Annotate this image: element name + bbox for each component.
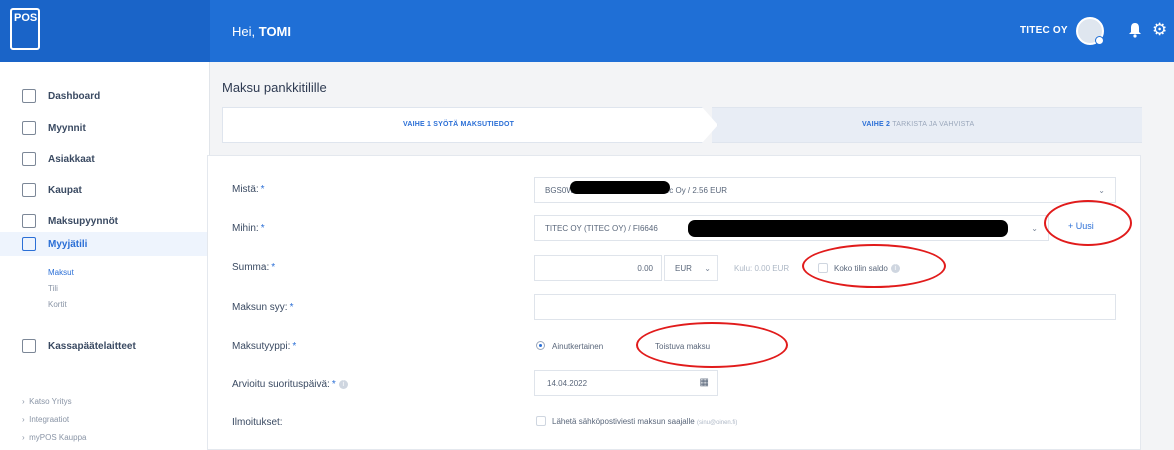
- annotation-circle: [802, 244, 946, 288]
- sidebar-item-label: Dashboard: [48, 90, 101, 102]
- mista-label-text: Mistä:: [232, 184, 259, 195]
- user-name: TOMI: [258, 24, 291, 39]
- date-value: 14.04.2022: [547, 379, 588, 388]
- step-1: VAIHE 1 SYÖTÄ MAKSUTIEDOT: [222, 107, 718, 143]
- sidebar-item-label: Asiakkaat: [48, 153, 95, 165]
- chevron-down-icon: ⌄: [704, 264, 711, 273]
- annotation-circle: [636, 322, 788, 368]
- step-1-number: VAIHE 1: [403, 121, 432, 128]
- email-notify-text: Lähetä sähköpostiviesti maksun saajalle: [552, 417, 695, 426]
- customers-icon: [22, 152, 36, 166]
- syy-label-text: Maksun syy:: [232, 302, 288, 313]
- step-2-number: VAIHE 2: [862, 121, 891, 128]
- account-icon: [22, 237, 36, 251]
- info-icon[interactable]: i: [338, 379, 348, 389]
- sidebar-link-katso-yritys[interactable]: › Katso Yritys: [22, 397, 72, 406]
- syy-label: Maksun syy: *: [232, 302, 294, 313]
- sidebar-item-label: Kassapäätelaitteet: [48, 340, 136, 352]
- email-notify-label: Lähetä sähköpostiviesti maksun saajalle …: [552, 417, 737, 426]
- dashboard-icon: [22, 89, 36, 103]
- mihin-label: Mihin: *: [232, 223, 265, 234]
- step-2-label: VAIHE 2 TARKISTA JA VAHVISTA: [862, 121, 974, 128]
- currency-select[interactable]: EUR ⌄: [664, 255, 718, 281]
- link-label: myPOS Kauppa: [29, 433, 87, 442]
- gear-icon[interactable]: ⚙: [1152, 20, 1167, 40]
- amount-input[interactable]: 0.00: [534, 255, 662, 281]
- sidebar-item-myynnit[interactable]: Myynnit: [22, 118, 86, 138]
- terminal-icon: [22, 339, 36, 353]
- tyyppi-label-text: Maksutyyppi:: [232, 341, 291, 352]
- sidebar-item-kassapaatelaitteet[interactable]: Kassapäätelaitteet: [22, 336, 136, 356]
- sidebar-link-mypos-kauppa[interactable]: › myPOS Kauppa: [22, 433, 86, 442]
- fee-text: Kulu: 0.00 EUR: [734, 264, 790, 273]
- step-1-text: SYÖTÄ MAKSUTIEDOT: [433, 121, 515, 128]
- chevron-down-icon: ⌄: [1098, 186, 1105, 195]
- summa-label-text: Summa:: [232, 262, 270, 273]
- bell-icon[interactable]: [1128, 22, 1142, 38]
- sidebar-item-myyjatili[interactable]: Myyjätili: [22, 234, 87, 254]
- step-1-label: VAIHE 1 SYÖTÄ MAKSUTIEDOT: [403, 121, 514, 128]
- chevron-down-icon: ⌄: [1031, 224, 1038, 233]
- sidebar-item-asiakkaat[interactable]: Asiakkaat: [22, 149, 95, 169]
- avatar-status-icon: [1095, 36, 1104, 45]
- calendar-icon[interactable]: ▦: [700, 377, 709, 388]
- sidebar-item-label: Myynnit: [48, 122, 86, 134]
- company-name[interactable]: TITEC OY: [1020, 25, 1068, 36]
- step-2-text: TARKISTA JA VAHVISTA: [892, 121, 975, 128]
- currency-value: EUR: [675, 263, 692, 273]
- sidebar-item-label: Myyjätili: [48, 238, 88, 250]
- link-label: Integraatiot: [29, 415, 70, 424]
- date-label-text: Arvioitu suorituspäivä:: [232, 379, 330, 390]
- greeting: Hei, TOMI: [232, 24, 291, 39]
- mypos-logo[interactable]: POS: [10, 8, 40, 50]
- annotation-circle: [1044, 200, 1132, 246]
- summa-label: Summa: *: [232, 262, 276, 273]
- ilmoitukset-label: Ilmoitukset:: [232, 417, 283, 428]
- radio-one-time[interactable]: [536, 341, 545, 350]
- page-title: Maksu pankkitilille: [222, 80, 327, 95]
- tyyppi-label: Maksutyyppi: *: [232, 341, 297, 352]
- payment-reason-input[interactable]: [534, 294, 1116, 320]
- step-indicator: VAIHE 2 TARKISTA JA VAHVISTA VAIHE 1 SYÖ…: [222, 107, 1142, 143]
- greeting-prefix: Hei,: [232, 24, 259, 39]
- sidebar-item-label: Kaupat: [48, 184, 82, 196]
- amount-value: 0.00: [637, 264, 653, 273]
- payment-request-icon: [22, 214, 36, 228]
- link-label: Katso Yritys: [29, 397, 72, 406]
- sidebar-link-integraatiot[interactable]: › Integraatiot: [22, 415, 69, 424]
- sidebar-subitem-maksut[interactable]: Maksut: [48, 268, 74, 277]
- logo-text: POS: [14, 12, 38, 24]
- sidebar-item-maksupyynnot[interactable]: Maksupyynnöt: [22, 211, 118, 231]
- execution-date-input[interactable]: 14.04.2022 ▦: [534, 370, 718, 396]
- to-account-value: TITEC OY (TITEC OY) / FI6646: [545, 223, 658, 233]
- sidebar-subitem-kortit[interactable]: Kortit: [48, 300, 67, 309]
- redaction-mark: [570, 181, 670, 194]
- sidebar-item-label: Maksupyynnöt: [48, 215, 119, 227]
- radio-one-time-label[interactable]: Ainutkertainen: [552, 342, 603, 351]
- sidebar-item-kaupat[interactable]: Kaupat: [22, 180, 82, 200]
- step-2: VAIHE 2 TARKISTA JA VAHVISTA: [712, 107, 1142, 143]
- email-notify-checkbox[interactable]: [536, 416, 546, 426]
- logo-area: POS: [0, 0, 210, 62]
- redaction-mark: [688, 220, 1008, 237]
- avatar[interactable]: [1076, 17, 1104, 45]
- email-hint: (sinu@oinen.fi): [696, 420, 738, 426]
- mihin-label-text: Mihin:: [232, 223, 259, 234]
- sales-chart-icon: [22, 121, 36, 135]
- mista-label: Mistä: *: [232, 184, 265, 195]
- shop-icon: [22, 183, 36, 197]
- top-bar: POS Hei, TOMI TITEC OY ⚙: [0, 0, 1174, 62]
- sidebar-subitem-tili[interactable]: Tili: [48, 284, 58, 293]
- sidebar-item-dashboard[interactable]: Dashboard: [22, 86, 100, 106]
- date-label: Arvioitu suorituspäivä: * i: [232, 379, 348, 390]
